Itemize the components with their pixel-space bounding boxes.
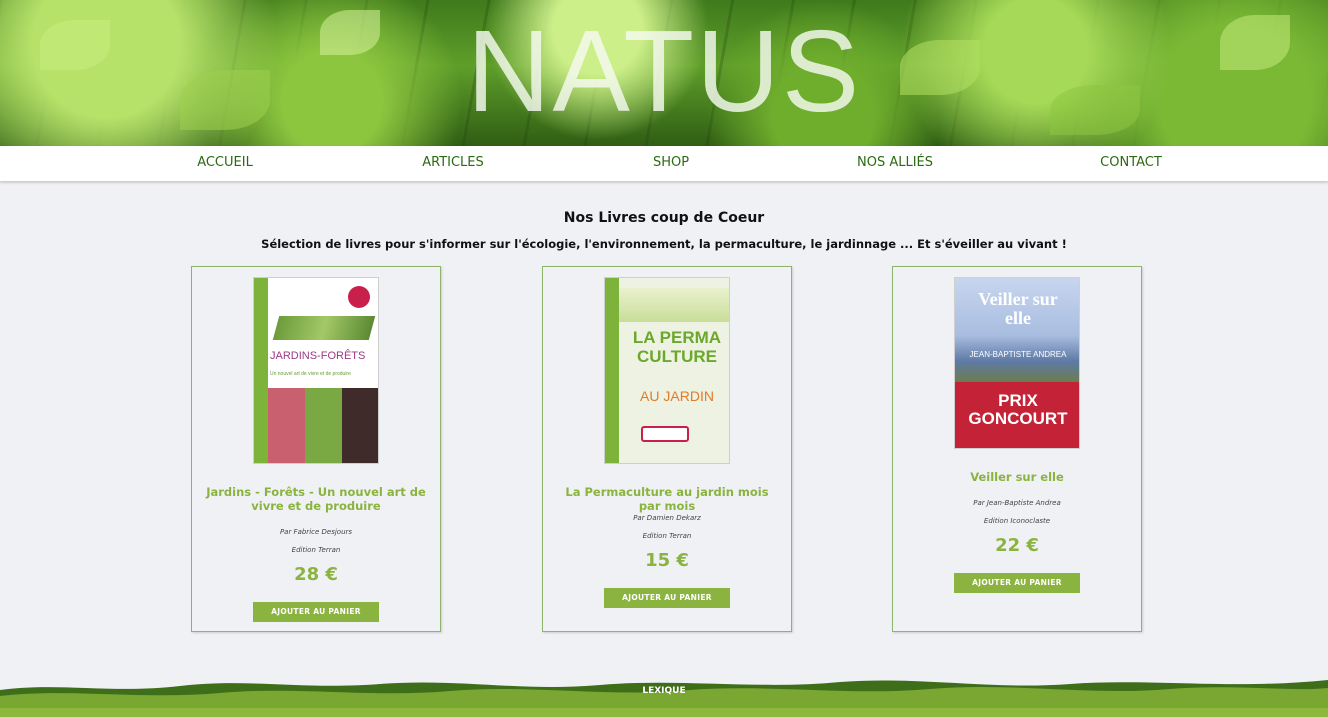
- footer-link-lexique[interactable]: LEXIQUE: [0, 686, 1328, 696]
- nav-item-shop[interactable]: SHOP: [653, 155, 689, 170]
- product-author: Par Jean-Baptiste Andrea: [973, 499, 1061, 507]
- product-card: JARDINS-FORÊTS Un nouvel art de vivre et…: [191, 266, 441, 632]
- nav-item-accueil[interactable]: ACCUEIL: [197, 155, 253, 170]
- cover-subtitle: Un nouvel art de vivre et de produire: [270, 371, 351, 377]
- product-price: 15 €: [645, 550, 689, 571]
- product-card: Veiller sur elle JEAN-BAPTISTE ANDREA PR…: [892, 266, 1142, 632]
- book-cover-image[interactable]: JARDINS-FORÊTS Un nouvel art de vivre et…: [253, 277, 379, 464]
- book-cover-image[interactable]: LA PERMA CULTURE AU JARDIN: [604, 277, 730, 464]
- nav-item-contact[interactable]: CONTACT: [1100, 155, 1162, 170]
- page-title: Nos Livres coup de Coeur: [563, 210, 765, 226]
- product-author: Par Fabrice Desjours: [279, 528, 353, 536]
- cover-title: JARDINS-FORÊTS: [270, 350, 366, 362]
- cover-subtitle: AU JARDIN: [640, 388, 714, 404]
- book-cover-image[interactable]: Veiller sur elle JEAN-BAPTISTE ANDREA PR…: [954, 277, 1080, 449]
- header-banner: NATUS: [0, 0, 1328, 146]
- cover-illustration: [272, 316, 376, 340]
- cover-author: JEAN-BAPTISTE ANDREA: [969, 350, 1067, 359]
- cover-badge: [348, 286, 370, 308]
- product-edition: Edition Terran: [642, 532, 692, 540]
- cover-sign: [641, 426, 689, 442]
- main-nav: ACCUEIL ARTICLES SHOP NOS ALLIÉS CONTACT: [0, 146, 1328, 182]
- product-title[interactable]: Jardins - Forêts - Un nouvel art de vivr…: [202, 485, 430, 513]
- product-author: Par Damien Dekarz: [633, 514, 701, 522]
- add-to-cart-button[interactable]: AJOUTER AU PANIER: [954, 573, 1080, 593]
- cover-strip: [254, 278, 268, 463]
- product-card: LA PERMA CULTURE AU JARDIN La Permacultu…: [542, 266, 792, 632]
- cover-illustration: [619, 288, 729, 322]
- cover-strip: [605, 278, 619, 463]
- cover-title: LA PERMA CULTURE: [632, 328, 722, 366]
- product-price: 28 €: [294, 564, 338, 585]
- product-edition: Edition Terran: [291, 546, 341, 554]
- cover-photo: [268, 388, 378, 463]
- product-title[interactable]: La Permaculture au jardin mois par mois: [553, 485, 781, 513]
- nav-item-nos-allies[interactable]: NOS ALLIÉS: [857, 155, 933, 170]
- product-edition: Edition Iconoclaste: [983, 517, 1051, 525]
- add-to-cart-button[interactable]: AJOUTER AU PANIER: [253, 602, 379, 622]
- cover-prize: PRIX GONCOURT: [968, 391, 1068, 428]
- product-price: 22 €: [995, 535, 1039, 556]
- add-to-cart-button[interactable]: AJOUTER AU PANIER: [604, 588, 730, 608]
- page-subtitle: Sélection de livres pour s'informer sur …: [261, 237, 1067, 251]
- nav-item-articles[interactable]: ARTICLES: [422, 155, 484, 170]
- cover-title: Veiller sur elle: [978, 289, 1058, 328]
- product-title[interactable]: Veiller sur elle: [903, 470, 1131, 484]
- site-logo[interactable]: NATUS: [0, 6, 1328, 136]
